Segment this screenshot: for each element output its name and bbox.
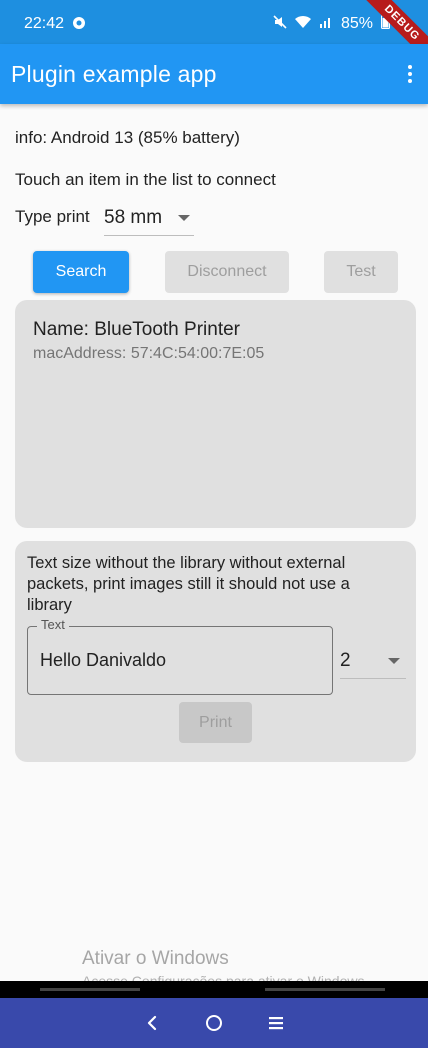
- recent-apps-icon[interactable]: [265, 1012, 287, 1034]
- search-button[interactable]: Search: [33, 251, 129, 293]
- type-print-dropdown[interactable]: 58 mm: [104, 200, 194, 236]
- signal-icon: [319, 15, 333, 34]
- print-description: Text size without the library without ex…: [27, 554, 350, 614]
- app-notification-icon: [72, 16, 86, 32]
- windows-watermark-title: Ativar o Windows: [82, 948, 229, 969]
- text-size-dropdown[interactable]: 2: [340, 643, 406, 679]
- status-bar: 22:42 85% DEBUG: [0, 0, 428, 72]
- type-print-selected: 58 mm: [104, 206, 163, 228]
- print-button[interactable]: Print: [179, 702, 252, 743]
- text-field-value: Hello Danivaldo: [40, 650, 167, 670]
- mute-icon: [273, 14, 287, 34]
- print-card: Text size without the library without ex…: [15, 541, 416, 762]
- device-list-card: Name: BlueTooth Printer macAddress: 57:4…: [15, 300, 416, 528]
- type-print-label: Type print: [15, 207, 90, 226]
- test-button[interactable]: Test: [324, 251, 398, 293]
- device-name: Name: BlueTooth Printer: [33, 319, 240, 340]
- status-time: 22:42: [24, 15, 65, 32]
- back-icon[interactable]: [141, 1012, 163, 1034]
- navigation-bar: [0, 998, 428, 1048]
- dropdown-arrow-icon: [388, 657, 400, 664]
- device-mac-address: macAddress: 57:4C:54:00:7E:05: [33, 345, 265, 362]
- touch-instruction-text: Touch an item in the list to connect: [15, 170, 276, 189]
- info-text: info: Android 13 (85% battery): [15, 128, 240, 147]
- app-bar-title: Plugin example app: [11, 60, 217, 87]
- disconnect-button[interactable]: Disconnect: [165, 251, 289, 293]
- wifi-icon: [294, 15, 311, 34]
- more-options-icon[interactable]: [402, 62, 418, 86]
- text-field-label: Text: [37, 617, 69, 632]
- home-icon[interactable]: [203, 1012, 225, 1034]
- app-screen: 22:42 85% DEBUG Plugin example app info:…: [0, 0, 428, 981]
- dropdown-arrow-icon: [178, 214, 190, 221]
- battery-text: 85%: [340, 15, 373, 32]
- app-bar: Plugin example app: [0, 44, 428, 104]
- text-size-selected: 2: [340, 649, 351, 671]
- gesture-segment: [40, 988, 140, 991]
- windows-watermark-subtitle: Acesse Configurações para ativar o Windo…: [82, 973, 369, 981]
- text-input-field[interactable]: Text Hello Danivaldo: [27, 617, 333, 695]
- gesture-segment: [265, 988, 385, 991]
